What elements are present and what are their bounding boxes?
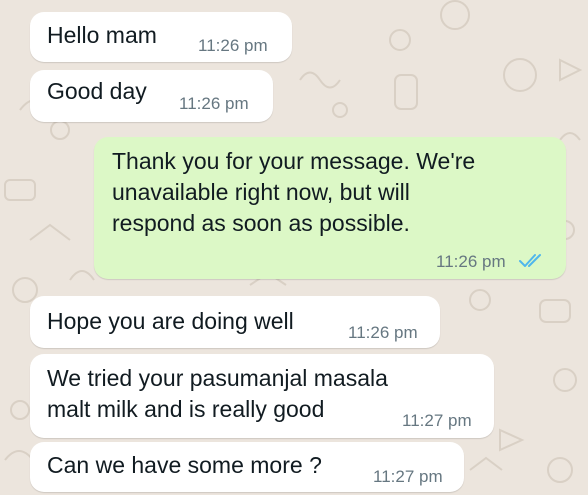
message-timestamp: 11:26 pm	[198, 36, 268, 55]
message-timestamp: 11:26 pm	[179, 94, 249, 113]
message-text: Good day	[47, 78, 147, 104]
message-text: Hope you are doing well	[47, 308, 294, 334]
double-check-read-icon	[519, 254, 541, 267]
message-timestamp: 11:27 pm	[373, 467, 443, 486]
message-timestamp: 11:26 pm	[348, 323, 418, 342]
message-text: Can we have some more ?	[47, 452, 322, 478]
message-text-line: We tried your pasumanjal masala	[47, 365, 388, 391]
message-text-line: Thank you for your message. We're	[112, 148, 476, 174]
message-text-line: malt milk and is really good	[47, 396, 325, 422]
message-timestamp: 11:27 pm	[402, 411, 472, 430]
message-text: Hello mam	[47, 22, 157, 48]
message-text-line: respond as soon as possible.	[112, 210, 410, 236]
message-text-line: unavailable right now, but will	[112, 179, 410, 205]
message-timestamp: 11:26 pm	[436, 252, 506, 271]
